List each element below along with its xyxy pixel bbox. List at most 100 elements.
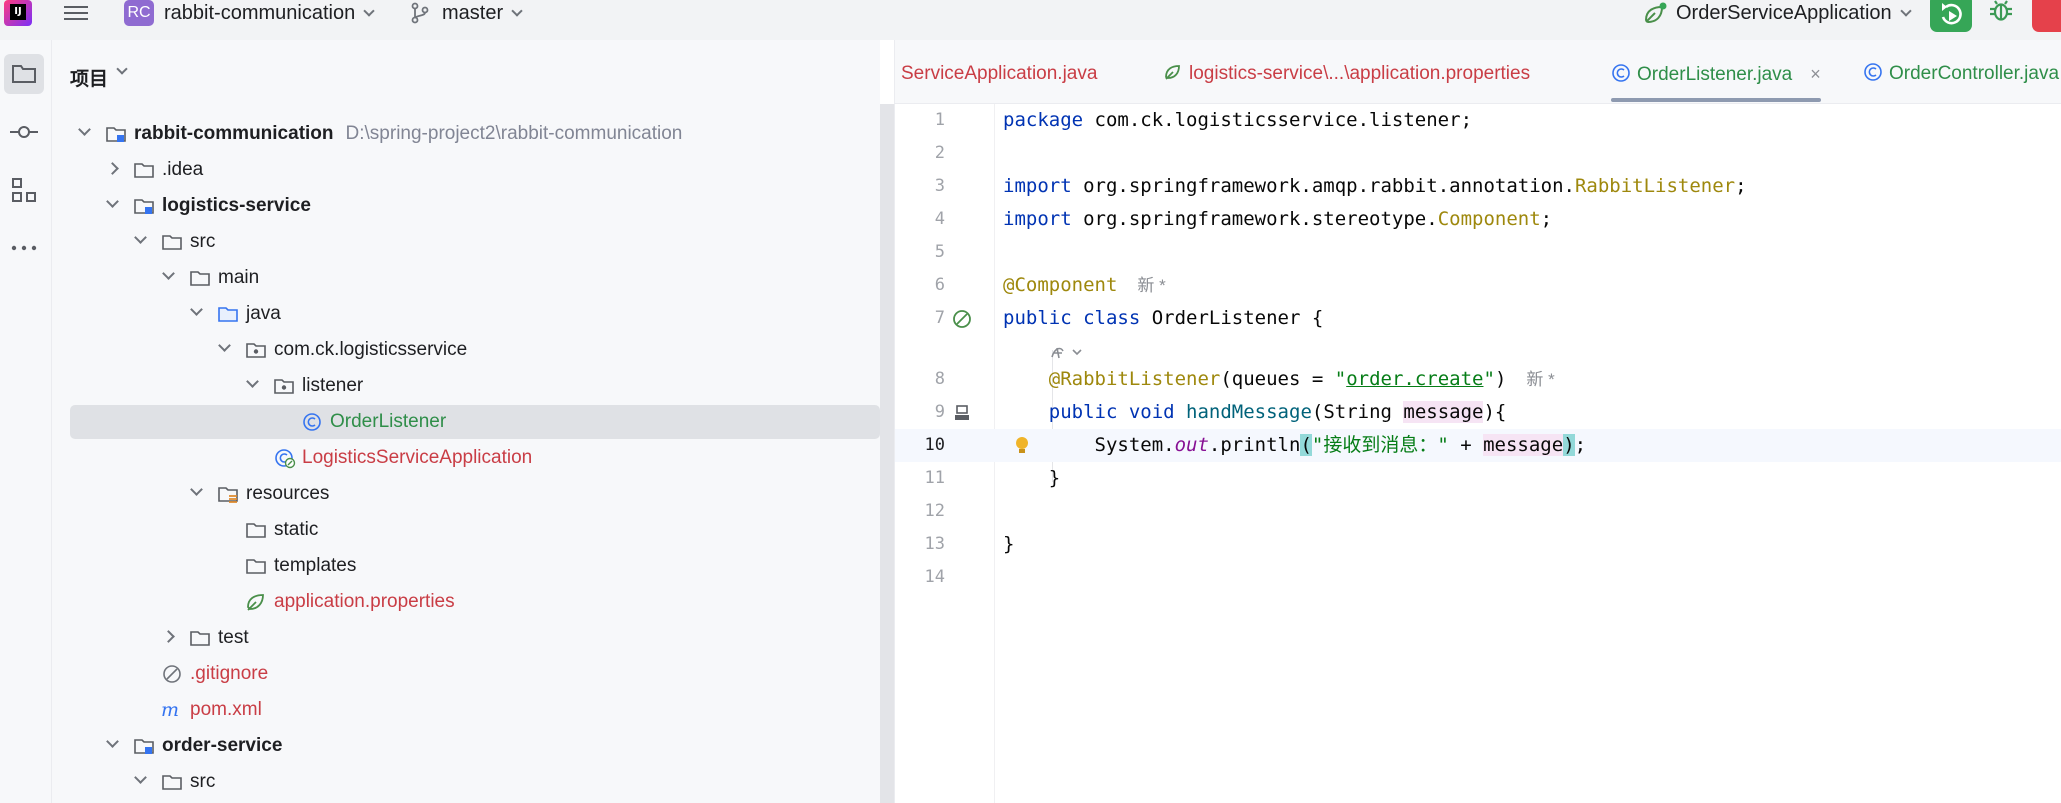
tree-item-pom-xml[interactable]: m pom.xml: [52, 692, 880, 728]
project-badge[interactable]: RC: [124, 0, 154, 26]
line-number: 13: [924, 534, 945, 554]
project-switcher[interactable]: rabbit-communication: [164, 0, 375, 26]
source-folder-icon: [218, 307, 238, 322]
editor-tabs: ServiceApplication.java logistics-servic…: [895, 40, 2061, 104]
panel-splitter[interactable]: [880, 104, 894, 803]
resources-folder-icon: [218, 487, 238, 503]
chevron-down-icon: [1899, 5, 1912, 17]
code-line: 11 }: [895, 462, 2061, 495]
folder-icon: [134, 163, 154, 178]
tree-item-rabbit-communication[interactable]: rabbit-communication D:\spring-project2\r…: [52, 116, 880, 152]
tree-item-resources[interactable]: resources: [52, 476, 880, 512]
tab-label: OrderController.java: [1889, 63, 2060, 84]
tree-item-orderlistener[interactable]: OrderListener: [52, 404, 880, 440]
tree-item-listener[interactable]: listener: [52, 368, 880, 404]
chevron-down-icon: [511, 5, 523, 17]
tree-item-main[interactable]: main: [52, 260, 880, 296]
tree-item-src[interactable]: src: [52, 224, 880, 260]
chevron-down-icon[interactable]: [190, 483, 203, 496]
tree-item-path: D:\spring-project2\rabbit-communication: [345, 123, 683, 144]
code-line: 13 }: [895, 528, 2061, 561]
tree-item-label: main: [218, 267, 260, 288]
line-number: 4: [934, 209, 945, 229]
run-button[interactable]: [1930, 0, 1972, 32]
chevron-down-icon[interactable]: [134, 771, 147, 784]
chevron-down-icon[interactable]: [190, 303, 203, 316]
close-icon[interactable]: ×: [1810, 64, 1821, 84]
chevron-right-icon[interactable]: [162, 630, 175, 643]
chevron-down-icon[interactable]: [162, 267, 175, 280]
tree-item-static[interactable]: static: [52, 512, 880, 548]
maven-icon: m: [161, 699, 179, 721]
chevron-down-icon[interactable]: [246, 375, 259, 388]
run-configuration-selector[interactable]: OrderServiceApplication: [1676, 0, 1912, 26]
spring-bean-gutter-icon[interactable]: [951, 308, 973, 330]
branch-switcher[interactable]: master: [442, 0, 523, 26]
code-line: 7 public class OrderListener {: [895, 302, 2061, 335]
chevron-down-icon[interactable]: [218, 339, 231, 352]
tab-order-controller[interactable]: OrderController.java: [1863, 40, 2060, 103]
tree-item-label: .gitignore: [190, 663, 269, 684]
project-panel-title[interactable]: 项目: [70, 64, 108, 91]
tree-item-test[interactable]: test: [52, 620, 880, 656]
tab-order-listener[interactable]: OrderListener.java ×: [1611, 40, 1821, 103]
line-number: 14: [924, 567, 945, 587]
line-number: 10: [924, 435, 945, 455]
intellij-logo-icon[interactable]: IJ: [4, 0, 32, 26]
tree-item-src[interactable]: src: [52, 764, 880, 800]
main-menu-icon[interactable]: [64, 2, 94, 24]
code-line: 4 import org.springframework.stereotype.…: [895, 203, 2061, 236]
tree-item-gitignore[interactable]: .gitignore: [52, 656, 880, 692]
chevron-down-icon[interactable]: [106, 195, 119, 208]
folder-icon: [12, 65, 36, 83]
tree-item-label: OrderListener: [330, 411, 447, 432]
chevron-down-icon[interactable]: [116, 63, 128, 75]
structure-tool-button[interactable]: [4, 170, 44, 210]
spring-boot-run-config-icon: [1644, 2, 1667, 24]
line-number: 7: [934, 308, 945, 328]
tree-item-logistics-service[interactable]: logistics-service: [52, 188, 880, 224]
tree-item-label: static: [274, 519, 319, 540]
tree-item-label: test: [218, 627, 249, 648]
code-text: @Component 新 *: [1003, 274, 1166, 296]
tree-item-label: src: [190, 231, 216, 252]
tab-application-properties[interactable]: logistics-service\...\application.proper…: [1163, 40, 1530, 103]
chevron-right-icon[interactable]: [106, 162, 119, 175]
chevron-down-icon[interactable]: [78, 123, 91, 136]
tree-item-logisticsserviceapplication[interactable]: LogisticsServiceApplication: [52, 440, 880, 476]
code-text: }: [1003, 533, 1015, 555]
code-area[interactable]: 1 package com.ck.logisticsservice.listen…: [895, 104, 2061, 803]
more-dots-icon: [11, 245, 37, 251]
tab-service-application[interactable]: ServiceApplication.java: [901, 40, 1097, 103]
tree-item-label: application.properties: [274, 591, 455, 612]
folder-icon: [246, 523, 266, 538]
author-hint: 新 *: [1526, 370, 1555, 389]
commit-tool-button[interactable]: [4, 112, 44, 152]
rabbit-listener-inlay-icon[interactable]: [1049, 341, 1085, 363]
tree-item-label: logistics-service: [162, 195, 311, 216]
module-folder-icon: [134, 199, 154, 214]
chevron-down-icon[interactable]: [106, 735, 119, 748]
code-text: import org.springframework.amqp.rabbit.a…: [1003, 175, 1747, 197]
spring-properties-icon: [247, 594, 264, 611]
tree-item-idea[interactable]: .idea: [52, 152, 880, 188]
tree-item-com-ck-logisticsservice[interactable]: com.ck.logisticsservice: [52, 332, 880, 368]
code-line: 8 @RabbitListener(queues = "order.create…: [895, 363, 2061, 396]
tree-item-application-properties[interactable]: application.properties: [52, 584, 880, 620]
tree-item-templates[interactable]: templates: [52, 548, 880, 584]
tree-item-label: listener: [302, 375, 364, 396]
svg-text:m: m: [161, 699, 179, 721]
stop-button[interactable]: [2032, 0, 2061, 32]
tree-item-java[interactable]: java: [52, 296, 880, 332]
project-tool-button[interactable]: [4, 54, 44, 94]
code-text: System.out.println("接收到消息：" + message);: [1094, 434, 1587, 456]
project-tool-window: 项目 rabbit-communication D:\spring-project…: [52, 40, 880, 803]
debug-bug-icon[interactable]: [1986, 0, 2016, 28]
tree-item-label: rabbit-communication D:\spring-project2\r…: [134, 123, 683, 144]
implementing-method-gutter-icon[interactable]: [951, 402, 973, 424]
code-line: 12: [895, 495, 2061, 528]
tree-item-order-service[interactable]: order-service: [52, 728, 880, 764]
chevron-down-icon[interactable]: [134, 231, 147, 244]
class-icon: [1864, 63, 1882, 81]
more-tool-windows-button[interactable]: [4, 228, 44, 268]
